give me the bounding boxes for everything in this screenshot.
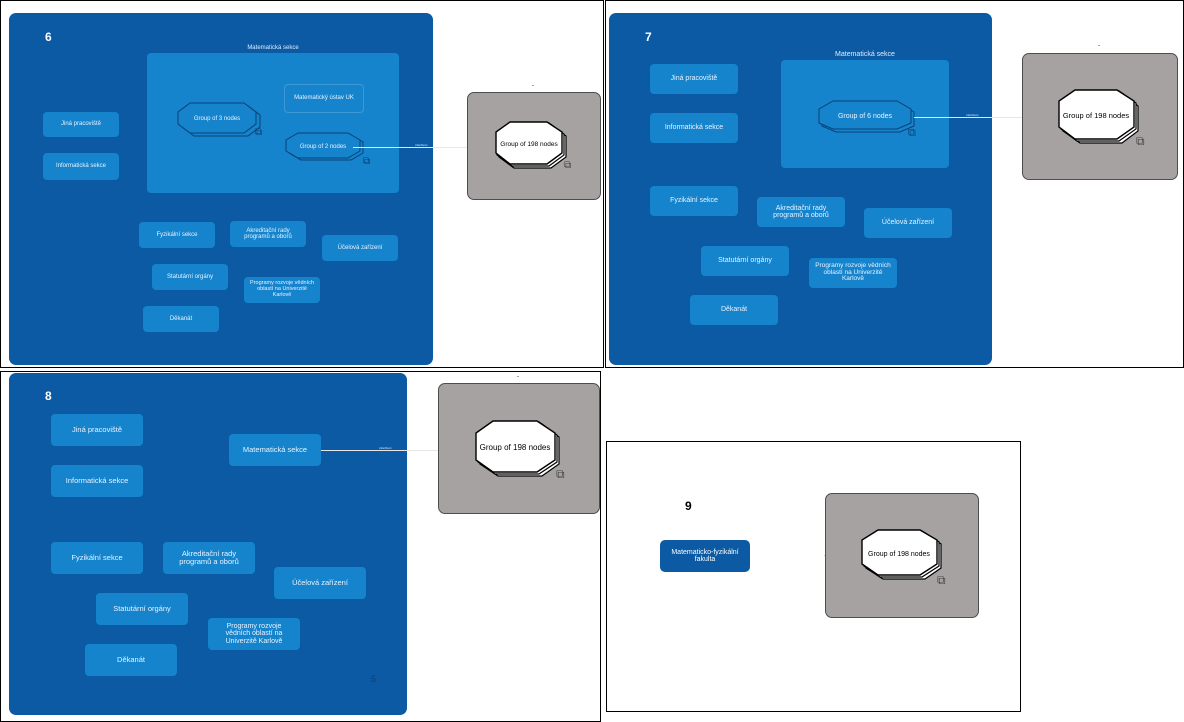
group-of-6-octagon[interactable]: Group of 6 nodes: [816, 99, 920, 135]
group-of-198-octagon[interactable]: Group of 198 nodes: [861, 529, 945, 583]
node-programy-rozvoje[interactable]: Programy rozvoje vědních oblastí na Univ…: [244, 277, 320, 303]
node-dekanat[interactable]: Děkanát: [690, 295, 778, 325]
group-label: Group of 6 nodes: [838, 113, 893, 120]
group-of-198-octagon[interactable]: Group of 198 nodes: [495, 121, 571, 171]
node-fyzikalni-sekce[interactable]: Fyzikální sekce: [650, 186, 738, 216]
node-fyzikalni-sekce[interactable]: Fyzikální sekce: [51, 542, 143, 574]
stack-icon: ⧉: [363, 156, 371, 167]
node-jina-pracoviste[interactable]: Jiná pracoviště: [650, 64, 738, 94]
frame-9: 9 Matematicko-fyzikální fakulta Group of…: [606, 441, 1021, 712]
group-of-198-octagon[interactable]: Group of 198 nodes: [475, 420, 563, 480]
node-statutarni-organy[interactable]: Statutární orgány: [701, 246, 789, 276]
node-dekanat[interactable]: Děkanát: [143, 306, 219, 332]
node-matematicky-ustav[interactable]: Matematický ústav UK: [284, 84, 364, 113]
node-akreditacni-rady[interactable]: Akreditační rady programů a oborů: [230, 221, 306, 247]
node-jina-pracoviste[interactable]: Jiná pracoviště: [43, 112, 119, 137]
node-ucelova-zarizeni[interactable]: Účelová zařízení: [274, 567, 366, 599]
frame-number: 7: [645, 30, 652, 44]
node-informaticka-sekce[interactable]: Informatická sekce: [43, 153, 119, 180]
group-label: Group of 198 nodes: [480, 443, 551, 452]
node-matematicko-fyzikalni-fakulta[interactable]: Matematicko-fyzikální fakulta: [660, 540, 750, 572]
frame-number: 8: [45, 389, 52, 403]
top-mark: -: [1098, 43, 1100, 49]
group-of-198-octagon[interactable]: Group of 198 nodes: [1058, 89, 1142, 147]
node-jina-pracoviste[interactable]: Jiná pracoviště: [51, 414, 143, 446]
node-akreditacni-rady[interactable]: Akreditační rady programů a oborů: [163, 542, 255, 574]
node-dekanat[interactable]: Děkanát: [85, 644, 177, 676]
stack-icon: ⧉: [556, 467, 565, 481]
group-title: Matematická sekce: [835, 51, 895, 58]
stack-icon: ⧉: [564, 160, 572, 171]
node-statutarni-organy[interactable]: Statutární orgány: [152, 264, 228, 290]
frame-6: 6 Matematická sekce Matematický ústav UK…: [0, 0, 604, 368]
node-ucelova-zarizeni[interactable]: Účelová zařízení: [322, 235, 398, 261]
group-label: Group of 2 nodes: [300, 144, 346, 150]
edge-label: záležitost: [966, 113, 979, 117]
node-ucelova-zarizeni[interactable]: Účelová zařízení: [864, 208, 952, 238]
edge-label: záležitost: [379, 446, 392, 450]
frame-number: 9: [685, 499, 692, 513]
node-matematicka-sekce[interactable]: Matematická sekce: [229, 434, 321, 466]
frame-7: 7 Matematická sekce Group of 6 nodes ⧉ z…: [605, 0, 1184, 368]
group-of-3-octagon[interactable]: Group of 3 nodes: [176, 101, 266, 141]
stack-icon: ⧉: [255, 127, 263, 138]
group-label: Group of 198 nodes: [1063, 111, 1130, 120]
node-statutarni-organy[interactable]: Statutární orgány: [96, 593, 188, 625]
stack-icon: ⧉: [1136, 134, 1145, 148]
frame-number: 6: [45, 30, 52, 44]
node-akreditacni-rady[interactable]: Akreditační rady programů a oborů: [757, 197, 845, 227]
node-informaticka-sekce[interactable]: Informatická sekce: [650, 113, 738, 143]
node-informaticka-sekce[interactable]: Informatická sekce: [51, 465, 143, 497]
top-mark: -: [532, 83, 534, 89]
group-label: Group of 198 nodes: [868, 551, 930, 558]
node-programy-rozvoje[interactable]: Programy rozvoje vědních oblastí na Univ…: [208, 618, 300, 650]
top-mark: -: [517, 374, 519, 380]
stack-icon: ⧉: [937, 573, 946, 587]
group-title: Matematická sekce: [247, 45, 299, 51]
frame-8: 8 Matematická sekce záležitost - Group o…: [0, 371, 601, 722]
node-programy-rozvoje[interactable]: Programy rozvoje vědních oblastí na Univ…: [809, 258, 897, 288]
corner-mark: 5: [371, 674, 377, 684]
group-label: Group of 3 nodes: [194, 116, 240, 122]
stack-icon: ⧉: [908, 127, 916, 139]
edge-label: záležitost: [415, 143, 428, 147]
group-label: Group of 198 nodes: [500, 141, 558, 148]
node-fyzikalni-sekce[interactable]: Fyzikální sekce: [139, 222, 215, 248]
